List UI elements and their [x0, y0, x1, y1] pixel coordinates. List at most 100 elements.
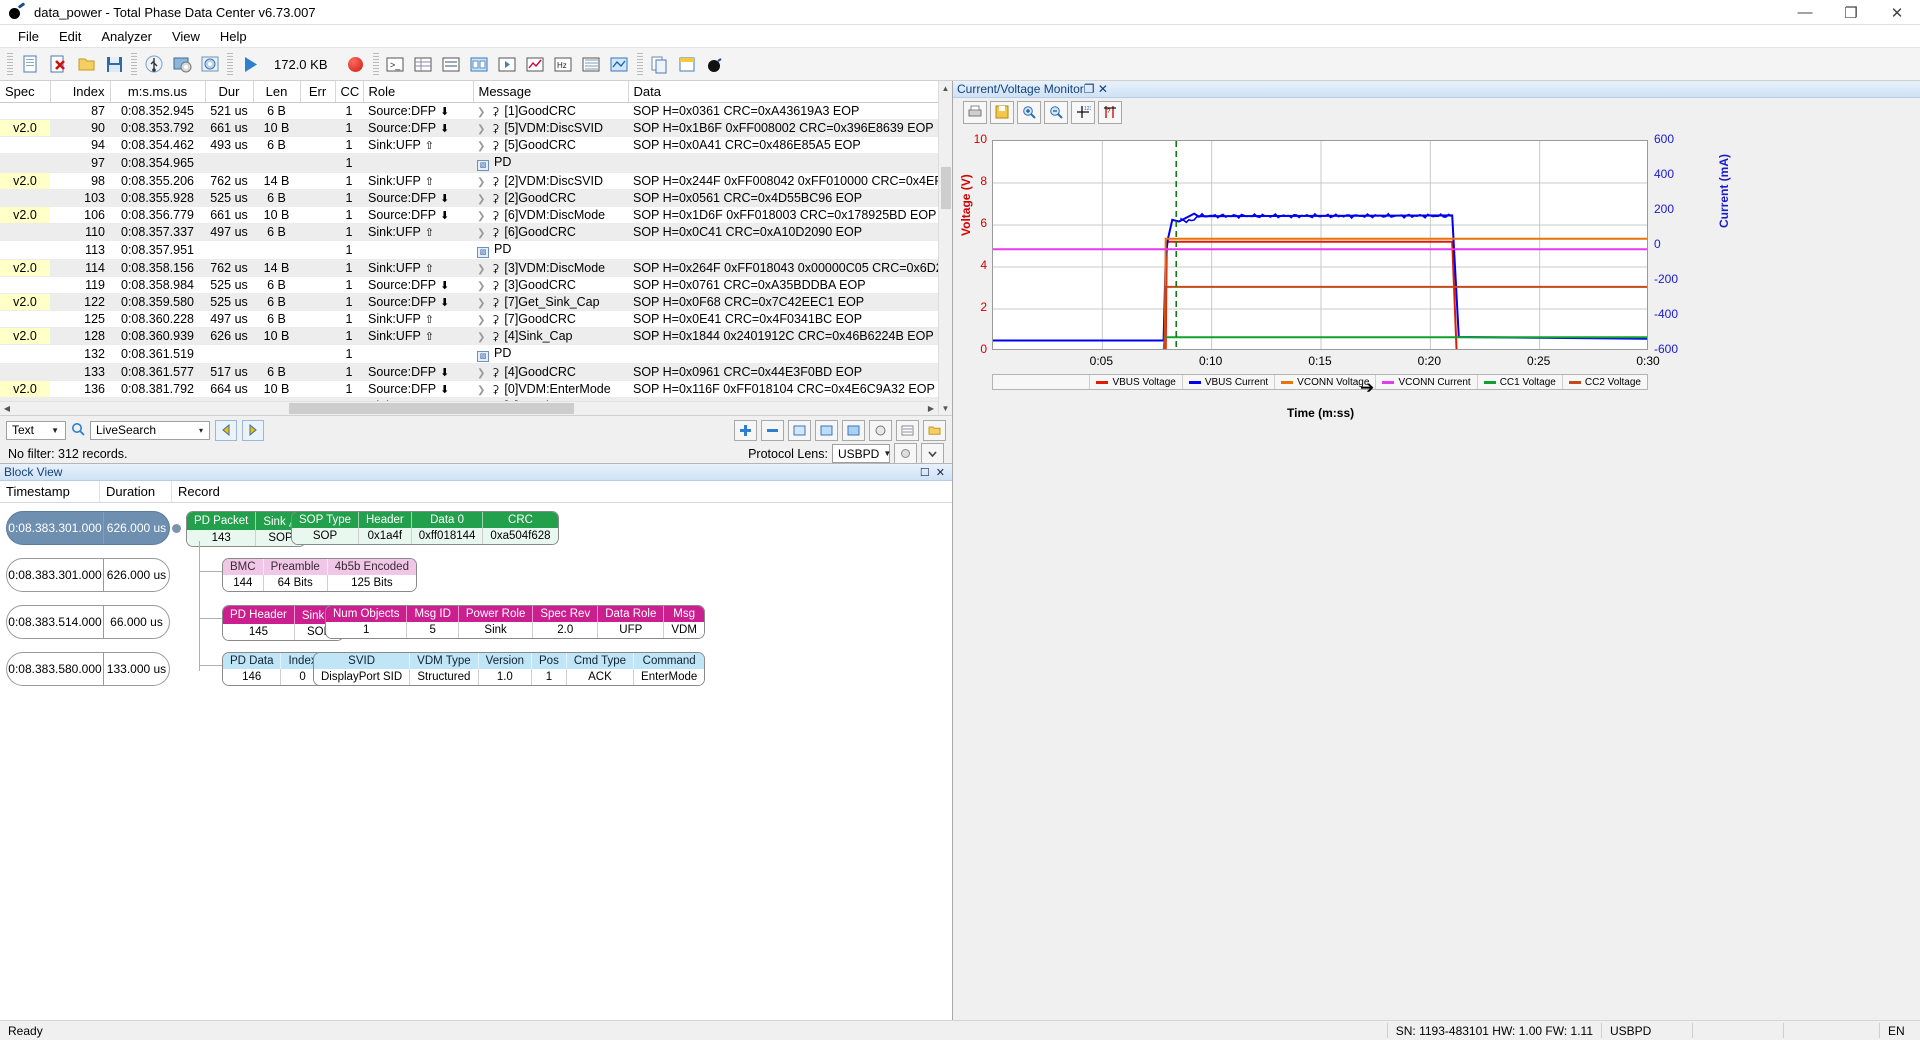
measure-icon[interactable]: ? [1098, 100, 1122, 124]
print-icon[interactable] [963, 100, 987, 124]
vscroll-thumb[interactable] [941, 167, 951, 209]
lens-settings-button[interactable] [894, 443, 917, 464]
table-row[interactable]: 97 0:08.354.965 1 ▧ PD [0, 153, 940, 173]
filter-preset-3-button[interactable] [842, 419, 865, 441]
new-file-icon[interactable] [17, 51, 43, 77]
save-icon[interactable] [101, 51, 127, 77]
scroll-right-icon[interactable]: ▶ [924, 404, 938, 413]
expand-arrow-icon[interactable]: ❯ [477, 228, 485, 239]
expand-arrow-icon[interactable]: ❯ [477, 124, 485, 135]
col-index[interactable]: Index [50, 81, 111, 103]
chart-legend-item[interactable]: CC1 Voltage [1476, 375, 1562, 389]
monitor-view-icon[interactable] [607, 51, 633, 77]
lens-more-button[interactable] [921, 443, 944, 464]
chart-legend-item[interactable]: VCONN Current [1375, 375, 1476, 389]
block-chip-sop[interactable]: SOP Type Header Data 0 CRC SOP 0x1a4f 0xff0181… [291, 511, 559, 545]
expand-arrow-icon[interactable]: ❯ [477, 194, 485, 205]
search-next-button[interactable] [242, 419, 264, 441]
table-row[interactable]: v2.0 90 0:08.353.792 661 us 10 B 1 Source:DFP ⬇… [0, 119, 940, 137]
expand-arrow-icon[interactable]: ❯ [477, 298, 485, 309]
add-filter-button[interactable] [734, 419, 757, 441]
zoom-in-icon[interactable] [1017, 100, 1041, 124]
console-view-icon[interactable]: >_ [383, 51, 409, 77]
filter-list-button[interactable] [896, 419, 919, 441]
expand-arrow-icon[interactable]: ❯ [477, 385, 485, 396]
table-row[interactable]: 94 0:08.354.462 493 us 6 B 1 Sink:UFP ⇧ ❯ ⚳ [5]Go… [0, 136, 940, 154]
toolbar-grip[interactable] [7, 53, 13, 75]
block-chip-bmc[interactable]: BMC Preamble 4b5b Encoded 144 64 Bits 125 Bit… [222, 558, 417, 592]
record-icon[interactable] [343, 51, 369, 77]
expand-arrow-icon[interactable]: ❯ [477, 368, 485, 379]
table-row[interactable]: v2.0 98 0:08.355.206 762 us 14 B 1 Sink:UFP ⇧ ❯ ⚳… [0, 172, 940, 190]
expand-arrow-icon[interactable]: ❯ [477, 211, 485, 222]
crosshair-cursor-icon[interactable]: 123 [1071, 100, 1095, 124]
col-data[interactable]: Data [628, 81, 940, 103]
frequency-view-icon[interactable]: Hz [551, 51, 577, 77]
close-icon[interactable]: ✕ [936, 466, 945, 479]
save-chart-icon[interactable] [990, 100, 1014, 124]
table-row[interactable]: v2.0 114 0:08.358.156 762 us 14 B 1 Sink:UFP ⇧ ❯… [0, 259, 940, 277]
chart-plot-area[interactable] [992, 140, 1648, 350]
block-view-icon[interactable] [467, 51, 493, 77]
navigate-view-icon[interactable] [495, 51, 521, 77]
menu-file[interactable]: File [8, 27, 49, 46]
block-timestamp-row[interactable]: 0:08.383.514.000 66.000 us [6, 605, 170, 639]
col-err[interactable]: Err [300, 81, 336, 103]
expand-arrow-icon[interactable]: ❯ [477, 281, 485, 292]
col-message[interactable]: Message [473, 81, 629, 103]
float-icon[interactable]: ☐ [920, 466, 930, 479]
col-time[interactable]: m:s.ms.us [110, 81, 206, 103]
filter-preset-1-button[interactable] [788, 419, 811, 441]
toolbar-grip-4[interactable] [372, 53, 379, 75]
table-row[interactable]: v2.0 106 0:08.356.779 661 us 10 B 1 Source:DFP… [0, 206, 940, 224]
menu-analyzer[interactable]: Analyzer [91, 27, 162, 46]
search-prev-button[interactable] [215, 419, 237, 441]
col-cc[interactable]: CC [335, 81, 364, 103]
chart-legend-item[interactable]: VBUS Voltage [1089, 375, 1181, 389]
menu-edit[interactable]: Edit [49, 27, 91, 46]
filter-preset-2-button[interactable] [815, 419, 838, 441]
device-settings-icon[interactable] [169, 51, 195, 77]
block-timestamp-row[interactable]: 0:08.383.580.000 133.000 us [6, 652, 170, 686]
expand-arrow-icon[interactable]: ❯ [477, 315, 485, 326]
monitor-float-icon[interactable]: ❐ [1084, 82, 1095, 96]
monitor-close-icon[interactable]: ✕ [1098, 82, 1108, 96]
col-len[interactable]: Len [253, 81, 301, 103]
expand-arrow-icon[interactable]: ❯ [477, 107, 485, 118]
live-search-input[interactable]: LiveSearch ▾ [90, 420, 210, 440]
toolbar-grip-5[interactable] [636, 53, 643, 75]
scroll-down-icon[interactable]: ▼ [939, 401, 952, 415]
menu-help[interactable]: Help [210, 27, 257, 46]
zoom-out-icon[interactable] [1044, 100, 1068, 124]
run-capture-icon[interactable] [237, 51, 263, 77]
table-row[interactable]: 125 0:08.360.228 497 us 6 B 1 Sink:UFP ⇧ ❯ ⚳ [7]G… [0, 310, 940, 328]
toolbar-grip-3[interactable] [227, 53, 233, 75]
detail-view-icon[interactable] [439, 51, 465, 77]
table-row[interactable]: 132 0:08.361.519 1 ▧ PD [0, 344, 940, 364]
usb-device-icon[interactable] [141, 51, 167, 77]
block-chip-vdm-fields[interactable]: SVID VDM Type Version Pos Cmd Type Command Dis… [313, 652, 706, 686]
col-role[interactable]: Role [363, 81, 474, 103]
block-chip-pd-data[interactable]: PD Data Index 146 0 [222, 652, 325, 686]
chart-view-icon[interactable] [523, 51, 549, 77]
bomb-icon[interactable] [703, 51, 729, 77]
export-icon[interactable] [675, 51, 701, 77]
table-row[interactable]: 113 0:08.357.951 1 ▧ PD [0, 240, 940, 260]
remove-filter-button[interactable] [761, 419, 784, 441]
minimize-button[interactable]: — [1782, 0, 1828, 25]
toolbar-grip-2[interactable] [131, 53, 137, 75]
scroll-left-icon[interactable]: ◀ [0, 404, 14, 413]
capture-settings-icon[interactable] [197, 51, 223, 77]
filter-folder-button[interactable] [923, 419, 946, 441]
expand-arrow-icon[interactable]: ❯ [477, 264, 485, 275]
col-dur[interactable]: Dur [205, 81, 254, 103]
filter-circle-button[interactable] [869, 419, 892, 441]
protocol-lens-select[interactable]: USBPD ▼ [832, 444, 891, 463]
table-view-icon[interactable] [411, 51, 437, 77]
close-file-icon[interactable] [45, 51, 71, 77]
table-row[interactable]: 133 0:08.361.577 517 us 6 B 1 Source:DFP ⬇ ❯ ⚳ [4… [0, 363, 940, 381]
block-chip-pd-packet[interactable]: PD Packet Sink △ 143 SOP [186, 511, 306, 547]
menu-view[interactable]: View [162, 27, 210, 46]
table-row[interactable]: 110 0:08.357.337 497 us 6 B 1 Sink:UFP ⇧ ❯ ⚳ [6]G… [0, 223, 940, 241]
expand-arrow-icon[interactable]: ❯ [477, 332, 485, 343]
